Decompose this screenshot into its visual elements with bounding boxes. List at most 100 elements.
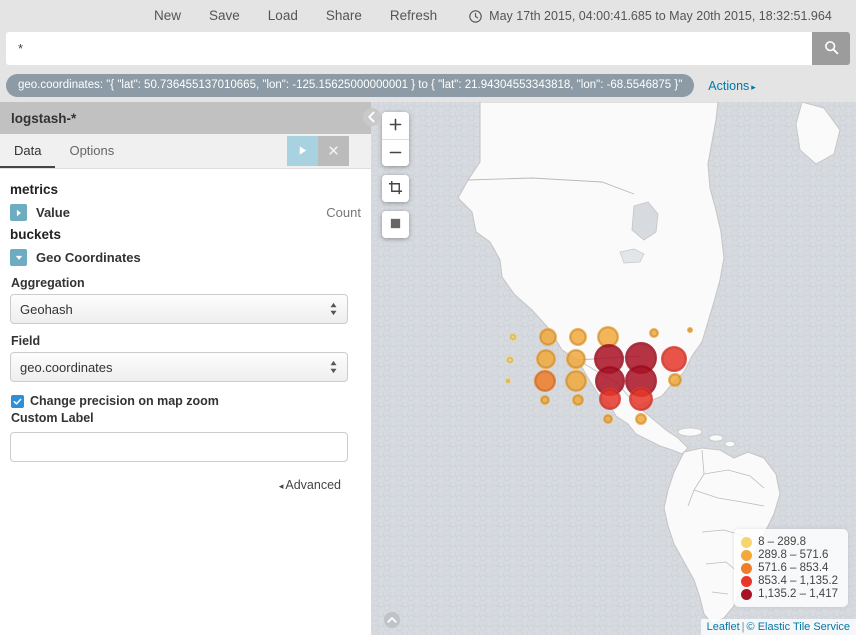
index-pattern-title: logstash-* xyxy=(0,102,371,134)
metric-value-aggregation: Count xyxy=(326,205,361,220)
advanced-label: Advanced xyxy=(285,478,341,492)
legend-label-2: 289.8 – 571.6 xyxy=(758,549,828,561)
nav-new-button[interactable]: New xyxy=(140,0,195,32)
legend-swatch-5 xyxy=(741,589,752,600)
search-submit-button[interactable] xyxy=(812,32,850,65)
legend-item: 289.8 – 571.6 xyxy=(741,549,838,561)
geohash-marker[interactable] xyxy=(635,413,647,425)
tile-map-visualization[interactable]: 8 – 289.8 289.8 – 571.6 571.6 – 853.4 85… xyxy=(372,102,856,635)
apply-changes-button[interactable] xyxy=(287,136,318,166)
geohash-marker[interactable] xyxy=(629,387,653,411)
precision-checkbox[interactable] xyxy=(11,395,24,408)
zoom-in-button[interactable] xyxy=(382,112,409,139)
editor-body: metrics Value Count buckets Geo Coordina… xyxy=(0,169,371,635)
kibana-visualize-app: New Save Load Share Refresh May 17th 201… xyxy=(0,0,856,635)
crop-icon xyxy=(388,180,403,198)
geohash-marker[interactable] xyxy=(649,328,659,338)
legend-swatch-3 xyxy=(741,563,752,574)
aggregation-select-value: Geohash xyxy=(20,302,73,317)
tab-data[interactable]: Data xyxy=(0,134,55,168)
draw-rectangle-button[interactable] xyxy=(382,211,409,238)
precision-checkbox-row[interactable]: Change precision on map zoom xyxy=(11,394,361,408)
legend-label-5: 1,135.2 – 1,417 xyxy=(758,588,838,600)
filter-pill-geo-coordinates[interactable]: geo.coordinates: "{ "lat": 50.7364551370… xyxy=(6,74,694,97)
square-icon xyxy=(389,216,402,233)
geohash-marker[interactable] xyxy=(566,349,586,369)
chevron-left-circle-icon xyxy=(362,107,382,132)
custom-label-label: Custom Label xyxy=(11,411,361,425)
geohash-marker[interactable] xyxy=(599,388,621,410)
geohash-marker[interactable] xyxy=(603,414,613,424)
select-arrows-icon xyxy=(329,360,338,374)
time-range-picker[interactable]: May 17th 2015, 04:00:41.685 to May 20th … xyxy=(469,9,832,23)
draw-rectangle-control xyxy=(382,211,409,238)
legend-item: 571.6 – 853.4 xyxy=(741,562,838,574)
nav-load-button[interactable]: Load xyxy=(254,0,312,32)
geohash-marker[interactable] xyxy=(661,346,687,372)
search-icon xyxy=(824,40,839,58)
zoom-out-button[interactable] xyxy=(382,139,409,166)
nav-share-button[interactable]: Share xyxy=(312,0,376,32)
plus-icon xyxy=(389,117,402,134)
map-controls xyxy=(382,112,409,247)
map-attribution: Leaflet|© Elastic Tile Service xyxy=(701,619,856,635)
metrics-heading: metrics xyxy=(10,182,361,197)
tab-options[interactable]: Options xyxy=(55,134,128,168)
geohash-marker[interactable] xyxy=(539,328,557,346)
nav-refresh-button[interactable]: Refresh xyxy=(376,0,451,32)
aggregation-select[interactable]: Geohash xyxy=(10,294,348,324)
bucket-geo-coordinates-row[interactable]: Geo Coordinates xyxy=(10,249,361,266)
clock-icon xyxy=(469,10,482,23)
elastic-tile-service-link[interactable]: © Elastic Tile Service xyxy=(747,621,850,633)
editor-action-buttons xyxy=(287,136,349,166)
caret-down-icon[interactable] xyxy=(10,249,27,266)
legend-label-1: 8 – 289.8 xyxy=(758,536,806,548)
geohash-marker[interactable] xyxy=(565,370,587,392)
filter-bar: geo.coordinates: "{ "lat": 50.7364551370… xyxy=(0,69,856,102)
nav-save-button[interactable]: Save xyxy=(195,0,254,32)
precision-checkbox-label: Change precision on map zoom xyxy=(30,394,219,408)
field-label: Field xyxy=(11,334,361,348)
visualization-editor-sidebar: logstash-* Data Options xyxy=(0,102,372,635)
chevron-up-circle-icon xyxy=(383,611,401,634)
close-icon xyxy=(328,144,339,159)
filter-actions-button[interactable]: Actions▸ xyxy=(708,79,756,93)
caret-right-icon: ▸ xyxy=(751,82,756,92)
custom-label-input[interactable] xyxy=(10,432,348,462)
fit-bounds-control xyxy=(382,175,409,202)
geohash-marker[interactable] xyxy=(540,395,550,405)
geohash-marker[interactable] xyxy=(687,327,693,333)
fit-bounds-button[interactable] xyxy=(382,175,409,202)
editor-tabs: Data Options xyxy=(0,134,371,169)
legend-swatch-2 xyxy=(741,550,752,561)
aggregation-field-label: Aggregation xyxy=(11,276,361,290)
geohash-marker[interactable] xyxy=(569,328,587,346)
filter-actions-label: Actions xyxy=(708,79,749,93)
geohash-marker[interactable] xyxy=(668,373,682,387)
geohash-marker[interactable] xyxy=(536,349,556,369)
field-select-value: geo.coordinates xyxy=(20,360,113,375)
advanced-toggle[interactable]: ◂Advanced xyxy=(10,478,361,492)
search-input[interactable] xyxy=(6,32,812,65)
field-select[interactable]: geo.coordinates xyxy=(10,352,348,382)
sidebar-collapse-button[interactable] xyxy=(361,108,383,130)
metric-value-row[interactable]: Value Count xyxy=(10,204,361,221)
play-triangle-icon xyxy=(297,144,308,159)
caret-left-icon: ◂ xyxy=(279,481,284,491)
geohash-marker[interactable] xyxy=(505,378,511,384)
select-arrows-icon xyxy=(329,302,338,316)
geohash-marker[interactable] xyxy=(506,356,514,364)
caret-right-icon[interactable] xyxy=(10,204,27,221)
time-range-label: May 17th 2015, 04:00:41.685 to May 20th … xyxy=(489,9,832,23)
geohash-marker[interactable] xyxy=(534,370,556,392)
legend-swatch-1 xyxy=(741,537,752,548)
legend-label-3: 571.6 – 853.4 xyxy=(758,562,828,574)
geohash-marker[interactable] xyxy=(572,394,584,406)
discard-changes-button[interactable] xyxy=(318,136,349,166)
map-collapse-button[interactable] xyxy=(382,612,402,632)
geohash-marker[interactable] xyxy=(509,333,517,341)
main-content: logstash-* Data Options xyxy=(0,102,856,635)
leaflet-link[interactable]: Leaflet xyxy=(707,621,740,633)
legend-item: 1,135.2 – 1,417 xyxy=(741,588,838,600)
map-legend[interactable]: 8 – 289.8 289.8 – 571.6 571.6 – 853.4 85… xyxy=(734,529,848,607)
